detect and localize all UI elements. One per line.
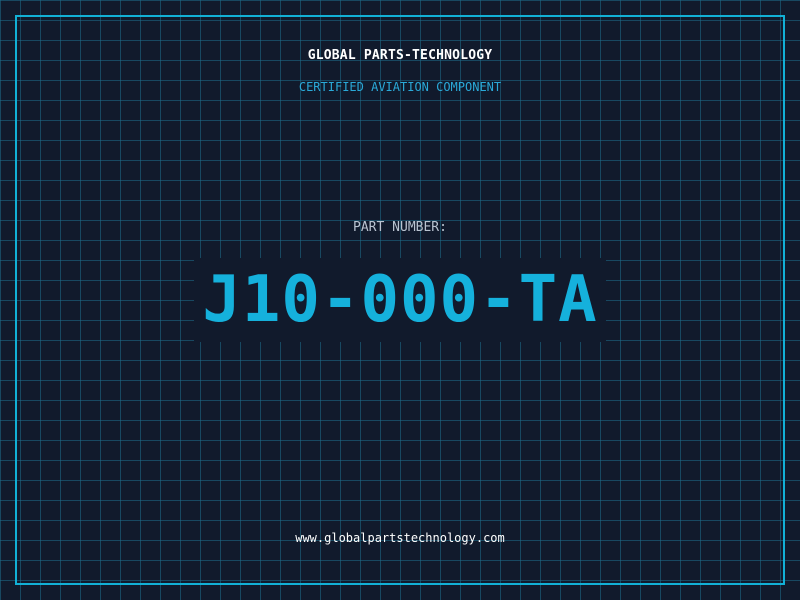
- part-number-value: J10-000-TA: [194, 258, 606, 342]
- part-number-container: J10-000-TA: [0, 258, 800, 342]
- part-label-card: GLOBAL PARTS-TECHNOLOGY CERTIFIED AVIATI…: [0, 0, 800, 600]
- company-name: GLOBAL PARTS-TECHNOLOGY: [307, 48, 493, 63]
- website-url: www.globalpartstechnology.com: [295, 531, 505, 545]
- part-number-label: PART NUMBER:: [353, 220, 447, 235]
- certification-subtitle: CERTIFIED AVIATION COMPONENT: [298, 80, 502, 94]
